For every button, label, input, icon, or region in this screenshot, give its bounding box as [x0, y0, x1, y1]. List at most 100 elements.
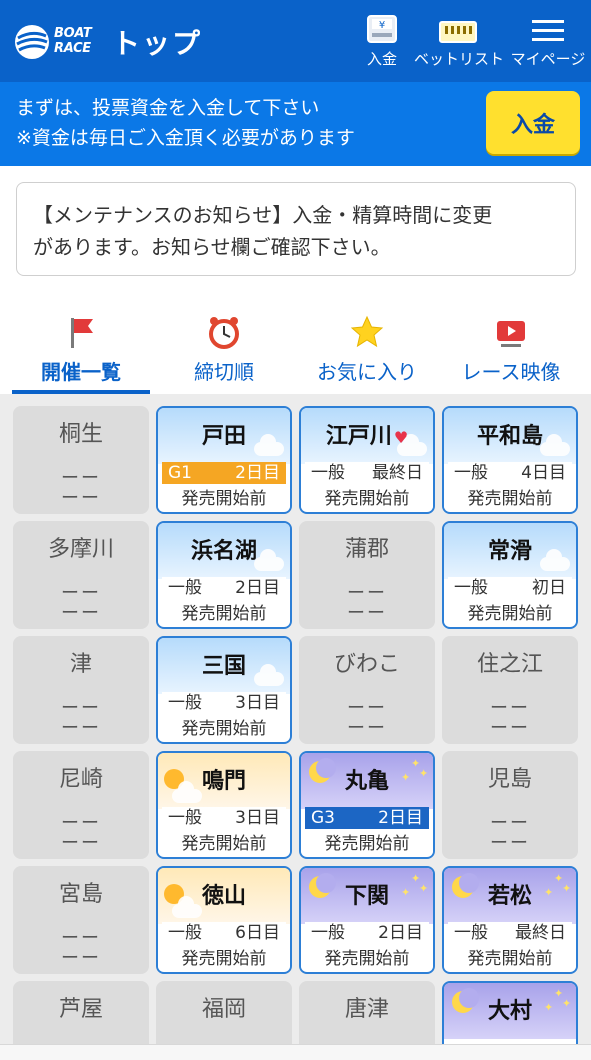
- venue-name-text: 三国: [201, 654, 246, 679]
- sales-status: 発売開始前: [444, 487, 576, 511]
- race-grade-row: 一般 初日: [448, 577, 572, 599]
- notice-line2: があります。お知らせ欄ご確認下さい。: [33, 235, 391, 259]
- deposit-banner-text: まずは、投票資金を入金して下さい ※資金は毎日ご入金頂く必要があります: [16, 93, 355, 153]
- venue-placeholder-line: ーー: [490, 718, 530, 739]
- race-day: 初日: [532, 578, 566, 598]
- notice-line1: 【メンテナンスのお知らせ】入金・精算時間に変更: [33, 203, 493, 227]
- race-grade-row: G3 2日目: [305, 807, 429, 829]
- tab-deadline-order[interactable]: 締切順: [155, 308, 293, 396]
- race-day: 3日目: [235, 693, 280, 713]
- venue-card[interactable]: 徳山 一般 6日目 発売開始前: [156, 866, 292, 974]
- venue-card[interactable]: 江戸川 ♥ 一般 最終日 発売開始前: [299, 406, 435, 514]
- venue-card[interactable]: 戸田 G1 2日目 発売開始前: [156, 406, 292, 514]
- logo-text: BOAT RACE: [54, 26, 92, 56]
- race-grade: 一般: [168, 693, 202, 713]
- race-grade: 一般: [311, 923, 345, 943]
- venue-name-text: 戸田: [201, 424, 246, 449]
- sales-status: 発売開始前: [301, 947, 433, 971]
- race-day: 最終日: [372, 463, 423, 483]
- venue-card[interactable]: ✦ ✦ ✦ 下関 一般 2日目 発売開始前: [299, 866, 435, 974]
- venue-name-text: 若松: [487, 884, 532, 909]
- deposit-banner-line1: まずは、投票資金を入金して下さい: [16, 97, 320, 119]
- venue-name-text: 平和島: [476, 424, 543, 449]
- venue-name-text: 下関: [344, 884, 389, 909]
- venue-name: 鳴門: [158, 763, 290, 795]
- race-grade-row: 一般 2日目: [305, 922, 429, 944]
- race-day: 2日目: [378, 923, 423, 943]
- venue-card: 児島 ーー ーー: [442, 751, 578, 859]
- venue-placeholder-line: ーー: [61, 718, 101, 739]
- venue-name: 桐生: [58, 422, 103, 447]
- venue-card[interactable]: 鳴門一般 3日目発売開始前: [156, 751, 292, 859]
- deposit-button[interactable]: 入金: [486, 91, 580, 154]
- venue-card[interactable]: 平和島 一般 4日目 発売開始前: [442, 406, 578, 514]
- boatrace-logo-mark-icon: [15, 25, 49, 59]
- header-deposit-button[interactable]: ¥ 入金: [356, 14, 408, 76]
- sales-status: 発売開始前: [444, 602, 576, 626]
- bottom-navigation-bar: [0, 1044, 591, 1060]
- race-grade-row: 一般 3日目: [162, 807, 286, 829]
- venue-name-text: 鳴門: [201, 769, 246, 794]
- sales-status: 発売開始前: [158, 832, 290, 856]
- venue-card[interactable]: 常滑 一般 初日 発売開始前: [442, 521, 578, 629]
- logo-text-line1: BOAT: [54, 26, 92, 41]
- header-mypage-button[interactable]: マイページ: [508, 14, 588, 76]
- venue-card[interactable]: ✦ ✦ ✦ 丸亀 G3 2日目 発売開始前: [299, 751, 435, 859]
- venue-card: 桐生 ーー ーー: [13, 406, 149, 514]
- venue-placeholder-line: ーー: [347, 718, 387, 739]
- venue-name: 下関: [301, 878, 433, 910]
- venue-card[interactable]: 浜名湖 一般 2日目 発売開始前: [156, 521, 292, 629]
- race-grade: 一般: [311, 463, 345, 483]
- venue-name: 宮島: [58, 882, 103, 907]
- maintenance-notice[interactable]: 【メンテナンスのお知らせ】入金・精算時間に変更 があります。お知らせ欄ご確認下さ…: [16, 182, 576, 276]
- deposit-icon-glyph: ¥: [379, 20, 385, 31]
- race-grade-row: G1 2日目: [162, 462, 286, 484]
- venue-name-text: 江戸川: [325, 424, 392, 449]
- sales-status: 発売開始前: [158, 717, 290, 741]
- tab-venue-list[interactable]: 開催一覧: [12, 308, 150, 396]
- sales-status: 発売開始前: [301, 832, 433, 856]
- race-grade: G3: [311, 808, 335, 828]
- venue-name: 大村: [444, 993, 576, 1025]
- venue-name-text: 大村: [487, 999, 532, 1024]
- tab-favorites[interactable]: お気に入り: [297, 308, 437, 396]
- tab-deadline-label: 締切順: [194, 360, 254, 384]
- tab-race-video[interactable]: レース映像: [442, 308, 580, 396]
- race-grade: 一般: [454, 578, 488, 598]
- venue-name: 多摩川: [47, 537, 114, 562]
- venue-name: 平和島: [444, 418, 576, 450]
- favorite-heart-icon: ♥: [393, 428, 409, 447]
- header-betlist-label: ベットリスト: [414, 50, 505, 68]
- venue-tabs: 開催一覧 締切順 お気に入り レース映像: [0, 308, 591, 396]
- venue-name: 津: [69, 652, 92, 677]
- boatrace-logo[interactable]: BOAT RACE: [14, 22, 96, 62]
- race-day: 2日目: [235, 578, 280, 598]
- venue-name: 浜名湖: [158, 533, 290, 565]
- venue-card[interactable]: 三国一般 3日目発売開始前: [156, 636, 292, 744]
- venue-card[interactable]: ✦ ✦ ✦ 若松 一般 最終日 発売開始前: [442, 866, 578, 974]
- race-day: 3日目: [235, 808, 280, 828]
- deposit-banner: まずは、投票資金を入金して下さい ※資金は毎日ご入金頂く必要があります 入金: [0, 82, 591, 166]
- sales-status: 発売開始前: [158, 602, 290, 626]
- venue-grid: 桐生 ーー ーー 戸田 G1 2日目 発売開始前 江戸川 ♥ 一般 最終日 発売開始前 平和島 一般 4日目…: [0, 394, 591, 1060]
- header-mypage-label: マイページ: [510, 50, 586, 68]
- venue-name: びわこ: [333, 652, 400, 677]
- venue-placeholder-line: ーー: [61, 603, 101, 624]
- race-day: 最終日: [515, 923, 566, 943]
- venue-name: 蒲郡: [344, 537, 389, 562]
- page-title: トップ: [112, 27, 203, 60]
- venue-name: 三国: [158, 648, 290, 680]
- deposit-machine-icon: ¥: [367, 15, 397, 43]
- venue-name: 若松: [444, 878, 576, 910]
- sales-status: 発売開始前: [444, 947, 576, 971]
- venue-name: 尼崎: [58, 767, 103, 792]
- flag-icon: [71, 318, 93, 348]
- venue-placeholder-line: ーー: [61, 833, 101, 854]
- venue-card: 住之江 ーー ーー: [442, 636, 578, 744]
- header-betlist-button[interactable]: ベットリスト: [414, 14, 505, 76]
- venue-name: 芦屋: [58, 997, 103, 1022]
- venue-name-text: 浜名湖: [190, 539, 257, 564]
- race-day: 4日目: [521, 463, 566, 483]
- tab-venue-list-label: 開催一覧: [41, 360, 121, 384]
- race-grade: G1: [168, 463, 192, 483]
